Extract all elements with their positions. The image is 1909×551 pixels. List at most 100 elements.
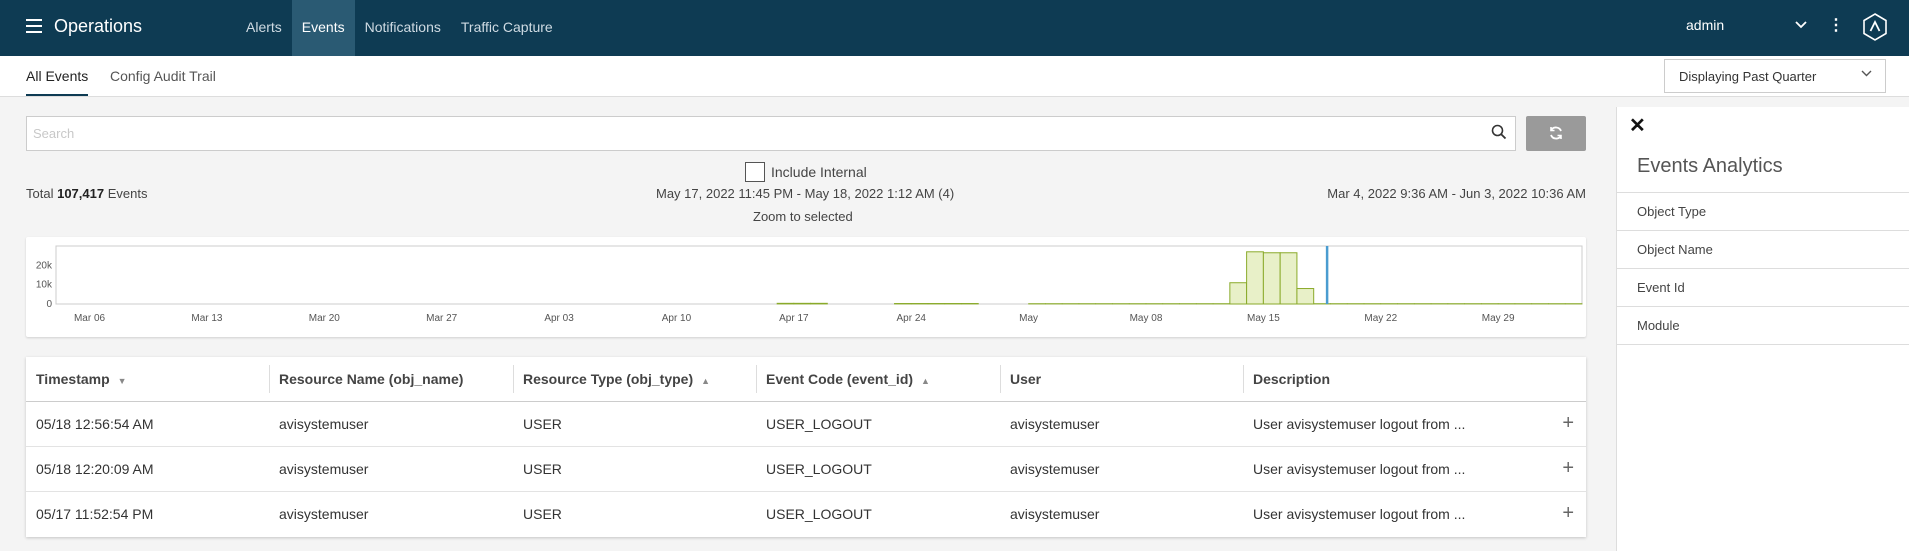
close-icon[interactable]: ✕ (1629, 113, 1646, 138)
cell-user: avisystemuser (1010, 506, 1100, 522)
include-internal-toggle: Include Internal (745, 162, 867, 182)
app-title: Operations (54, 16, 143, 36)
histogram-bar (1296, 288, 1315, 305)
x-tick-label: May 29 (1482, 313, 1515, 324)
column-header-event-code[interactable]: Event Code (event_id) ▲ (756, 357, 930, 402)
expand-row-icon[interactable]: + (1562, 458, 1574, 478)
plot-area (55, 245, 1583, 305)
histogram-bar (1229, 282, 1248, 305)
column-header-resource-name[interactable]: Resource Name (obj_name) (269, 357, 463, 402)
table-header: Timestamp ▼ Resource Name (obj_name) Reso… (26, 357, 1586, 402)
x-tick-label: May 22 (1364, 313, 1397, 324)
search-box (26, 116, 1516, 151)
histogram-bar (810, 302, 828, 305)
analytics-item-object-name[interactable]: Object Name (1617, 231, 1909, 269)
cell-user: avisystemuser (1010, 416, 1100, 432)
x-tick-label: Apr 10 (662, 313, 692, 324)
chevron-down-icon[interactable] (1794, 18, 1808, 35)
selected-range: May 17, 2022 11:45 PM - May 18, 2022 1:1… (656, 186, 955, 201)
time-range-select[interactable]: Displaying Past Quarter (1664, 59, 1886, 93)
cell-description: User avisystemuser logout from ... (1253, 416, 1466, 432)
cell-event-code: USER_LOGOUT (766, 461, 872, 477)
include-internal-label: Include Internal (771, 164, 867, 180)
cell-event-code: USER_LOGOUT (766, 416, 872, 432)
cell-resource-type: USER (523, 506, 562, 522)
search-icon[interactable] (1491, 124, 1507, 140)
nav-item-notifications[interactable]: Notifications (355, 0, 451, 56)
nav-item-traffic-capture[interactable]: Traffic Capture (451, 0, 563, 56)
panel-title: Events Analytics (1637, 155, 1783, 177)
x-tick-label: May 15 (1247, 313, 1280, 324)
x-tick-label: Apr 17 (779, 313, 809, 324)
table-row[interactable]: 05/18 12:20:09 AM avisystemuser USER USE… (26, 447, 1586, 492)
column-header-description[interactable]: Description (1243, 357, 1330, 402)
sort-icon[interactable]: ▲ (701, 376, 710, 386)
cell-timestamp: 05/18 12:56:54 AM (36, 416, 154, 432)
sort-desc-icon[interactable]: ▼ (118, 376, 127, 386)
nav-item-events[interactable]: Events (291, 0, 355, 56)
histogram-bar (1279, 252, 1298, 305)
histogram-bar (1246, 251, 1264, 305)
table-row[interactable]: 05/17 11:52:54 PM avisystemuser USER USE… (26, 492, 1586, 537)
hamburger-icon[interactable] (26, 19, 42, 35)
total-suffix: Events (107, 186, 148, 201)
histogram-bar (910, 303, 929, 305)
y-tick-label: 0 (46, 299, 52, 310)
cell-resource-name: avisystemuser (279, 461, 369, 477)
expand-row-icon[interactable]: + (1562, 503, 1574, 523)
full-range: Mar 4, 2022 9:36 AM - Jun 3, 2022 10:36 … (1327, 186, 1586, 201)
total-count: 107,417 (57, 186, 105, 201)
column-header-user[interactable]: User (1000, 357, 1041, 402)
total-events: Total 107,417 Events (26, 186, 147, 201)
cell-description: User avisystemuser logout from ... (1253, 461, 1466, 477)
tab-config-audit-trail[interactable]: Config Audit Trail (110, 68, 216, 84)
histogram-bar (793, 302, 812, 305)
x-tick-label: Mar 27 (426, 313, 458, 324)
more-options-icon[interactable]: ⋮ (1828, 15, 1844, 35)
user-menu[interactable]: admin (1686, 17, 1724, 33)
analytics-item-event-id[interactable]: Event Id (1617, 269, 1909, 307)
expand-row-icon[interactable]: + (1562, 413, 1574, 433)
cell-timestamp: 05/18 12:20:09 AM (36, 461, 154, 477)
time-range-value: Displaying Past Quarter (1679, 69, 1817, 84)
cell-user: avisystemuser (1010, 461, 1100, 477)
cell-resource-type: USER (523, 461, 562, 477)
sub-tabs-bar: All Events Config Audit Trail Displaying… (0, 56, 1909, 97)
cell-timestamp: 05/17 11:52:54 PM (36, 506, 154, 522)
avi-logo-icon[interactable] (1862, 13, 1888, 41)
y-tick-label: 10k (36, 280, 53, 291)
histogram-bar (944, 303, 962, 305)
x-tick-label: May (1019, 313, 1038, 324)
main-nav: Alerts Events Notifications Traffic Capt… (236, 0, 563, 56)
events-histogram[interactable]: 20k 10k 0 Mar 06 Mar 13 Mar 20 Mar 27 Apr 03 Apr… (26, 237, 1586, 337)
x-tick-label: Mar 20 (309, 313, 341, 324)
analytics-list: Object Type Object Name Event Id Module (1617, 192, 1909, 345)
zoom-to-selected-link[interactable]: Zoom to selected (753, 209, 853, 224)
x-tick-label: May 08 (1130, 313, 1163, 324)
histogram-bar (1262, 252, 1281, 305)
histogram-bar (776, 302, 795, 305)
table-row[interactable]: 05/18 12:56:54 AM avisystemuser USER USE… (26, 402, 1586, 447)
analytics-item-object-type[interactable]: Object Type (1617, 193, 1909, 231)
histogram-bar (894, 303, 912, 305)
x-tick-label: Mar 06 (74, 313, 106, 324)
chevron-down-icon (1860, 67, 1873, 83)
x-tick-label: Mar 13 (191, 313, 223, 324)
tab-all-events[interactable]: All Events (26, 68, 89, 96)
x-tick-label: Apr 24 (896, 313, 926, 324)
nav-item-alerts[interactable]: Alerts (236, 0, 292, 56)
x-tick-label: Apr 03 (544, 313, 574, 324)
search-input[interactable] (27, 117, 1467, 150)
histogram-bar (927, 303, 946, 305)
include-internal-checkbox[interactable] (745, 162, 765, 182)
cell-description: User avisystemuser logout from ... (1253, 506, 1466, 522)
column-header-timestamp[interactable]: Timestamp ▼ (26, 357, 127, 402)
cell-resource-name: avisystemuser (279, 506, 369, 522)
events-table: Timestamp ▼ Resource Name (obj_name) Reso… (26, 357, 1586, 537)
column-header-resource-type[interactable]: Resource Type (obj_type) ▲ (513, 357, 710, 402)
cell-event-code: USER_LOGOUT (766, 506, 872, 522)
y-tick-label: 20k (36, 260, 53, 271)
analytics-item-module[interactable]: Module (1617, 307, 1909, 345)
sort-icon[interactable]: ▲ (921, 376, 930, 386)
refresh-button[interactable] (1526, 116, 1586, 151)
